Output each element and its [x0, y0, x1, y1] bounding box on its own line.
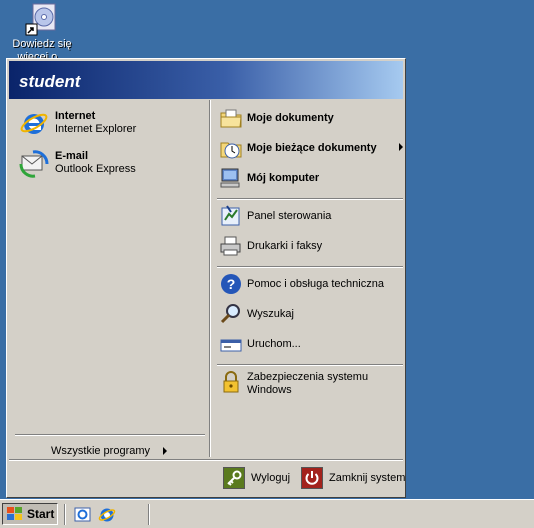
internet-explorer-icon — [19, 108, 49, 138]
my-documents-label: Moje dokumenty — [247, 112, 334, 124]
recent-documents-label: Moje bieżące dokumenty — [247, 142, 377, 154]
right-separator-3 — [217, 364, 403, 366]
item-my-computer[interactable]: Mój komputer — [217, 164, 405, 192]
start-menu-footer: Wyloguj Zamknij system — [9, 459, 405, 495]
pinned-email[interactable]: E-mail Outlook Express — [17, 146, 203, 180]
windows-security-label: Zabezpieczenia systemu Windows — [247, 371, 369, 396]
my-computer-icon — [219, 166, 243, 190]
taskbar-separator-2 — [148, 504, 150, 525]
pinned-email-title: E-mail — [55, 150, 89, 162]
quicklaunch-internet-explorer-icon[interactable] — [98, 506, 116, 524]
recent-documents-arrow-icon — [399, 143, 403, 151]
show-desktop-icon[interactable] — [74, 506, 92, 524]
start-label: Start — [27, 507, 55, 521]
lock-icon — [219, 370, 243, 394]
start-menu-header: student — [9, 61, 403, 99]
taskbar: Start — [0, 499, 534, 528]
help-label: Pomoc i obsługa techniczna — [247, 278, 384, 290]
control-panel-label: Panel sterowania — [247, 210, 332, 222]
item-recent-documents[interactable]: Moje bieżące dokumenty — [217, 134, 405, 162]
help-icon: ? — [219, 272, 243, 296]
printer-icon — [219, 234, 243, 258]
logoff-label: Wyloguj — [251, 472, 291, 484]
windows-logo-icon — [7, 507, 23, 521]
search-icon — [219, 302, 243, 326]
start-button[interactable]: Start — [2, 503, 58, 525]
documents-folder-icon — [219, 106, 243, 130]
item-control-panel[interactable]: Panel sterowania — [217, 202, 405, 230]
logoff-button[interactable]: Wyloguj — [223, 467, 303, 491]
key-icon — [223, 467, 245, 489]
start-menu-right-pane: Moje dokumenty Moje bieżące dokumenty Mó… — [213, 100, 403, 457]
item-my-documents[interactable]: Moje dokumenty — [217, 104, 405, 132]
svg-text:?: ? — [227, 276, 236, 292]
run-label: Uruchom... — [247, 338, 301, 350]
shutdown-label: Zamknij system — [329, 472, 406, 484]
user-name: student — [19, 72, 81, 91]
item-windows-security[interactable]: Zabezpieczenia systemu Windows — [217, 368, 405, 400]
item-help[interactable]: ? Pomoc i obsługa techniczna — [217, 270, 405, 298]
pane-divider — [209, 100, 211, 457]
power-icon — [301, 467, 323, 489]
pinned-internet-subtitle: Internet Explorer — [55, 123, 137, 135]
taskbar-separator — [64, 504, 66, 525]
outlook-express-icon — [19, 148, 49, 178]
shutdown-button[interactable]: Zamknij system — [301, 467, 405, 491]
item-run[interactable]: Uruchom... — [217, 330, 405, 358]
control-panel-icon — [219, 204, 243, 228]
all-programs-separator — [15, 434, 205, 436]
item-search[interactable]: Wyszukaj — [217, 300, 405, 328]
start-menu-left-pane: Internet Internet Explorer E-mail Outloo… — [9, 100, 207, 457]
all-programs-label: Wszystkie programy — [51, 445, 151, 457]
run-icon — [219, 332, 243, 356]
right-separator-1 — [217, 198, 403, 200]
my-computer-label: Mój komputer — [247, 172, 320, 184]
pinned-internet-title: Internet — [55, 110, 96, 122]
cd-shortcut-icon — [25, 2, 59, 36]
search-label: Wyszukaj — [247, 308, 294, 320]
start-menu: student Internet Internet Explorer E-mai… — [6, 58, 406, 498]
pinned-email-subtitle: Outlook Express — [55, 163, 136, 175]
all-programs-arrow-icon — [163, 447, 167, 455]
desktop-icon-learn-more[interactable]: Dowiedz się więcej o... — [6, 2, 78, 64]
item-printers[interactable]: Drukarki i faksy — [217, 232, 405, 260]
right-separator-2 — [217, 266, 403, 268]
recent-documents-icon — [219, 136, 243, 160]
pinned-internet[interactable]: Internet Internet Explorer — [17, 106, 203, 140]
printers-label: Drukarki i faksy — [247, 240, 323, 252]
